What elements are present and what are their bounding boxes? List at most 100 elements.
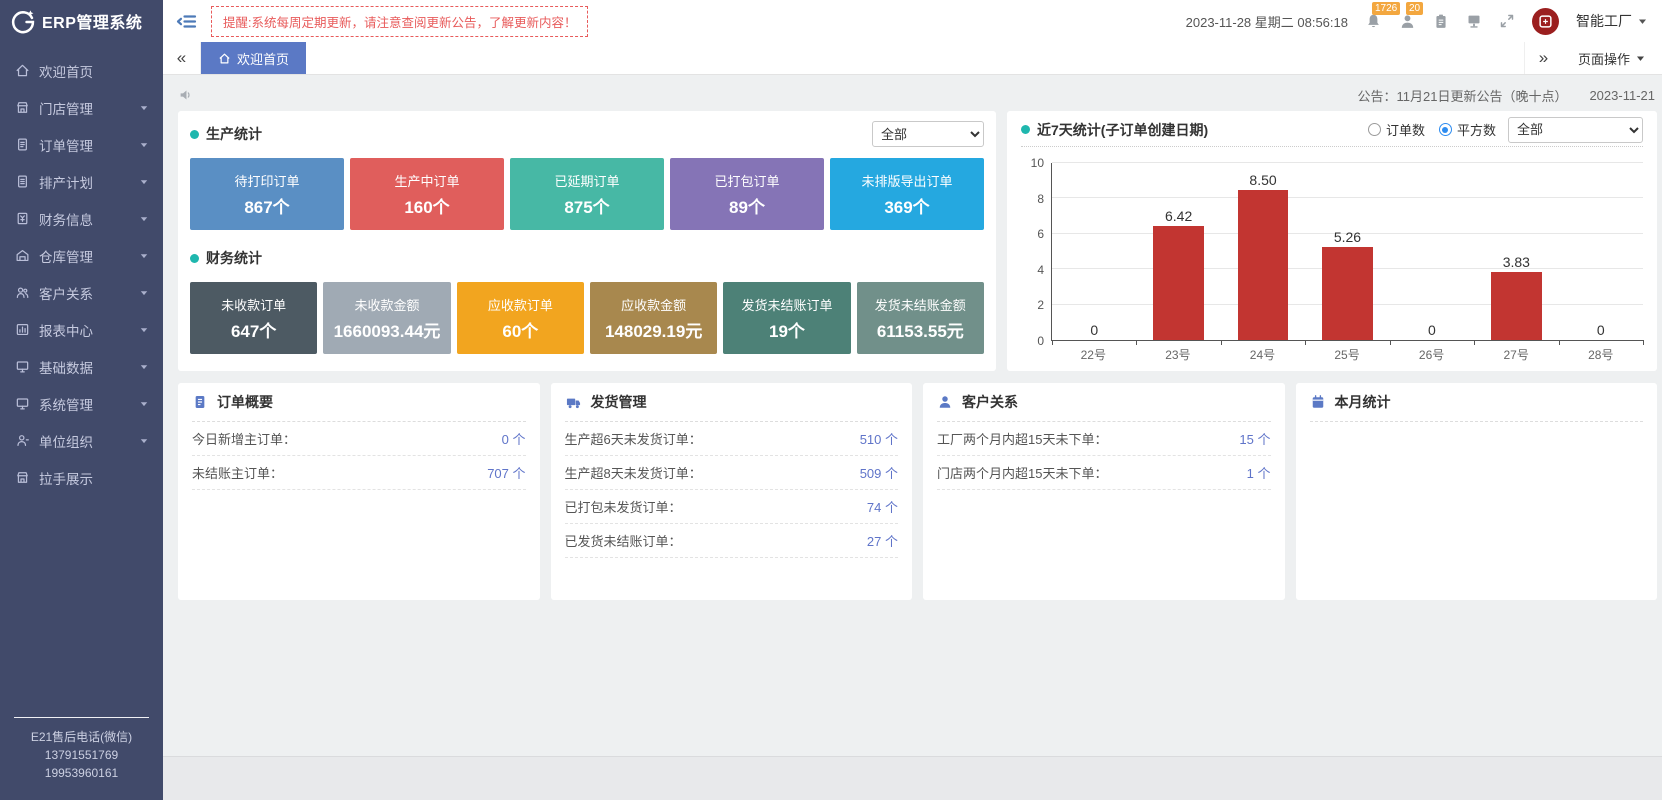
bell-icon[interactable]: 1726 (1365, 13, 1382, 30)
sidebar-item-store-management[interactable]: 门店管理 (0, 89, 163, 126)
bar (1238, 190, 1289, 340)
tabs-scroll-right-icon[interactable]: » (1524, 42, 1562, 74)
x-axis-tick (1474, 340, 1475, 345)
row-label: 门店两个月内超15天未下单： (937, 463, 1107, 482)
sidebar-item-base-data[interactable]: 基础数据 (0, 348, 163, 385)
sidebar-item-org-units[interactable]: 单位组织 (0, 422, 163, 459)
announcement-date: 2023-11-21 (1589, 88, 1655, 103)
row-value-link[interactable]: 74 个 (867, 497, 898, 516)
report-icon (15, 322, 30, 337)
footer-divider (14, 717, 149, 718)
page-operations-menu[interactable]: 页面操作 (1562, 42, 1662, 74)
sidebar-item-handle-display[interactable]: 拉手展示 (0, 459, 163, 496)
x-axis-tick-label: 27号 (1474, 346, 1559, 363)
sidebar-item-customer-relations[interactable]: 客户关系 (0, 274, 163, 311)
production-card-row: 待打印订单867个生产中订单160个已延期订单875个已打包订单89个未排版导出… (190, 158, 984, 230)
announcement-link[interactable]: 公告：11月21日更新公告（晚十点） (1357, 86, 1567, 105)
row-label: 生产超8天未发货订单： (565, 463, 702, 482)
y-axis-tick-label: 0 (1037, 334, 1044, 348)
production-stat-card[interactable]: 未排版导出订单369个 (830, 158, 984, 230)
bar (1491, 272, 1542, 340)
production-stat-card[interactable]: 生产中订单160个 (350, 158, 504, 230)
sidebar-item-welcome-home[interactable]: 欢迎首页 (0, 52, 163, 89)
finance-stat-card[interactable]: 发货未结账金额61153.55元 (857, 282, 984, 354)
panel-title: 订单概要 (217, 392, 273, 412)
bell-badge: 1726 (1372, 2, 1400, 15)
row-value-link[interactable]: 509 个 (860, 463, 898, 482)
finance-stat-card[interactable]: 应收款金额 148029.19元 (590, 282, 717, 354)
bar-slot: 5.26 (1305, 163, 1389, 340)
monitor-icon[interactable] (1466, 13, 1482, 29)
production-stat-card[interactable]: 已延期订单875个 (510, 158, 664, 230)
tabs-scroll-left-icon[interactable]: « (163, 42, 201, 74)
stat-card-label: 应收款金额 (621, 295, 686, 314)
sidebar-item-production-plan[interactable]: 排产计划 (0, 163, 163, 200)
x-axis-tick-label: 23号 (1136, 346, 1221, 363)
bar-value-label: 6.42 (1165, 208, 1192, 224)
row-value-link[interactable]: 0 个 (502, 429, 526, 448)
user-icon[interactable]: 20 (1399, 13, 1416, 30)
radio-checked[interactable]: 平方数 (1439, 120, 1496, 139)
plot-area: 06.428.505.2603.830 (1051, 163, 1643, 341)
sidebar-item-finance-info[interactable]: 财务信息 (0, 200, 163, 237)
row-value-link[interactable]: 27 个 (867, 531, 898, 550)
stat-card-label: 发货未结账订单 (741, 295, 832, 314)
clipboard-icon[interactable] (1433, 13, 1449, 29)
chevron-down-icon (139, 325, 149, 335)
account-menu[interactable]: 智能工厂 (1576, 11, 1648, 31)
row-value-link[interactable]: 15 个 (1239, 429, 1270, 448)
stat-card-label: 未收款订单 (221, 295, 286, 314)
production-filter-select[interactable]: 全部 (872, 121, 984, 147)
app-title: ERP管理系统 (42, 9, 142, 33)
panel-title: 客户关系 (962, 392, 1018, 412)
panel-shipping-management: 发货管理生产超6天未发货订单：510 个生产超8天未发货订单：509 个已打包未… (551, 383, 913, 600)
sidebar-item-system-management[interactable]: 系统管理 (0, 385, 163, 422)
finance-stat-card[interactable]: 发货未结账订单19个 (723, 282, 850, 354)
tabbar: « 欢迎首页 » 页面操作 (163, 42, 1662, 75)
row-value-link[interactable]: 707 个 (487, 463, 525, 482)
chart-title: 近7天统计(子订单创建日期) (1037, 120, 1208, 140)
sidebar-item-order-management[interactable]: 订单管理 (0, 126, 163, 163)
row-label: 生产超6天未发货订单： (565, 429, 702, 448)
stat-card-value: 148029.19元 (605, 317, 702, 342)
row-value-link[interactable]: 1 个 (1247, 463, 1271, 482)
sidebar-item-label: 订单管理 (39, 135, 139, 155)
topbar-right: 2023-11-28 星期二 08:56:18 1726 20 (1186, 8, 1648, 35)
panel-header: 发货管理 (565, 383, 899, 422)
sidebar-item-warehouse-management[interactable]: 仓库管理 (0, 237, 163, 274)
bar-slot: 6.42 (1136, 163, 1220, 340)
section-dot-icon (190, 130, 199, 139)
document-icon (192, 394, 208, 410)
stat-card-value: 89个 (729, 193, 765, 218)
stat-card-value: 369个 (884, 193, 929, 218)
sidebar-item-report-center[interactable]: 报表中心 (0, 311, 163, 348)
radio-unchecked[interactable]: 订单数 (1368, 120, 1425, 139)
tab-welcome-home[interactable]: 欢迎首页 (201, 42, 306, 74)
x-axis-tick (1052, 340, 1053, 345)
collapse-menu-icon[interactable] (176, 12, 197, 31)
production-stat-card[interactable]: 已打包订单89个 (670, 158, 824, 230)
finance-stat-card[interactable]: 未收款订单 647个 (190, 282, 317, 354)
account-name: 智能工厂 (1576, 11, 1632, 31)
x-axis-tick-label: 25号 (1305, 346, 1390, 363)
panel-title: 本月统计 (1335, 392, 1391, 412)
sidebar-item-label: 欢迎首页 (39, 61, 149, 81)
sidebar-item-label: 基础数据 (39, 357, 139, 377)
row-label: 工厂两个月内超15天未下单： (937, 429, 1107, 448)
avatar[interactable] (1532, 8, 1559, 35)
finance-stat-card[interactable]: 应收款订单60个 (457, 282, 584, 354)
fullscreen-icon[interactable] (1499, 13, 1515, 29)
sidebar-item-label: 门店管理 (39, 98, 139, 118)
main-area: 提醒:系统每周定期更新，请注意查阅更新公告，了解更新内容！ 2023-11-28… (163, 0, 1662, 800)
panel-row: 已发货未结账订单：27 个 (565, 524, 899, 558)
app-logo: ERP管理系统 (0, 0, 163, 42)
dashboard-content: 公告：11月21日更新公告（晚十点） 2023-11-21 生产统计 全部 待打… (163, 75, 1662, 756)
row-value-link[interactable]: 510 个 (860, 429, 898, 448)
finance-stat-card[interactable]: 未收款金额1660093.44元 (323, 282, 450, 354)
chart-filter-select[interactable]: 全部 (1508, 117, 1643, 143)
y-axis: 0246810 (1021, 163, 1051, 341)
bar-slot: 0 (1052, 163, 1136, 340)
stat-card-value: 647个 (231, 317, 276, 342)
x-axis-tick (1305, 340, 1306, 345)
production-stat-card[interactable]: 待打印订单867个 (190, 158, 344, 230)
